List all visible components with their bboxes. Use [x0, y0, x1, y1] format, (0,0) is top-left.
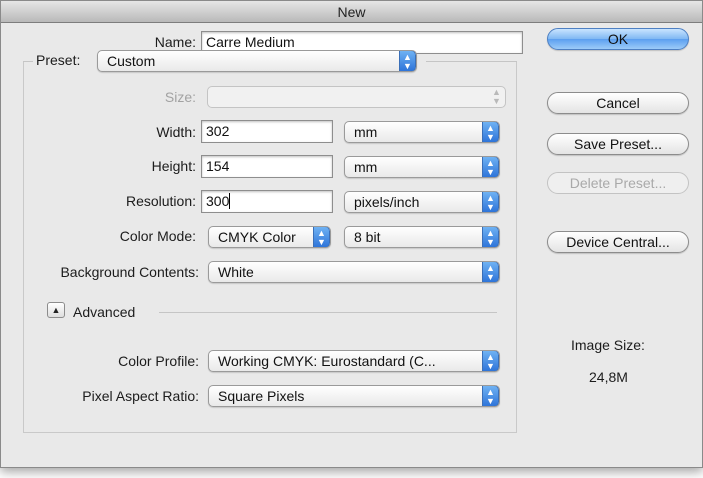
- color-mode-select[interactable]: CMYK Color ▲ ▼: [208, 226, 331, 248]
- height-unit-value: mm: [354, 159, 378, 175]
- dialog-content: Name: Carre Medium Preset: Custom ▲ ▼ Siz…: [1, 23, 702, 467]
- size-select[interactable]: ▲ ▼: [207, 86, 506, 108]
- bit-depth-value: 8 bit: [354, 229, 381, 245]
- resolution-unit-select[interactable]: pixels/inch ▲ ▼: [344, 191, 500, 213]
- up-down-arrows-icon: ▲ ▼: [482, 227, 499, 247]
- up-down-arrows-icon: ▲ ▼: [482, 157, 499, 177]
- height-label: Height:: [151, 158, 196, 174]
- size-label: Size:: [164, 89, 196, 105]
- resolution-unit-value: pixels/inch: [354, 194, 420, 210]
- background-contents-label: Background Contents:: [60, 264, 199, 280]
- width-unit-value: mm: [354, 124, 378, 140]
- up-down-arrows-icon: ▲ ▼: [482, 386, 499, 406]
- height-field[interactable]: 154: [201, 155, 333, 178]
- save-preset-button[interactable]: Save Preset...: [547, 133, 689, 155]
- advanced-divider: [159, 312, 497, 313]
- color-profile-value: Working CMYK: Eurostandard (C...: [218, 353, 436, 369]
- preset-value: Custom: [107, 53, 156, 69]
- image-size-label: Image Size:: [571, 337, 645, 353]
- color-profile-label: Color Profile:: [118, 353, 199, 369]
- preset-select[interactable]: Custom ▲ ▼: [97, 50, 417, 72]
- width-field[interactable]: 302: [201, 120, 333, 143]
- pixel-aspect-ratio-select[interactable]: Square Pixels ▲ ▼: [208, 385, 500, 407]
- device-central-button[interactable]: Device Central...: [547, 231, 689, 253]
- up-down-arrows-icon: ▲ ▼: [482, 192, 499, 212]
- delete-preset-button[interactable]: Delete Preset...: [547, 172, 689, 194]
- preset-group-line-right: [426, 61, 517, 62]
- background-contents-select[interactable]: White ▲ ▼: [208, 261, 500, 283]
- color-profile-select[interactable]: Working CMYK: Eurostandard (C... ▲ ▼: [208, 350, 500, 372]
- width-label: Width:: [156, 124, 196, 140]
- name-label: Name:: [154, 34, 196, 50]
- image-size-value: 24,8M: [589, 369, 628, 385]
- dialog-title: New: [1, 1, 702, 23]
- resolution-field[interactable]: 300: [201, 190, 333, 213]
- background-contents-value: White: [218, 264, 254, 280]
- new-document-dialog: New Name: Carre Medium Preset: Custom ▲ ▼…: [0, 0, 703, 468]
- up-down-arrows-icon: ▲ ▼: [492, 87, 501, 106]
- pixel-aspect-ratio-label: Pixel Aspect Ratio:: [82, 388, 199, 404]
- resolution-label: Resolution:: [125, 193, 196, 209]
- up-down-arrows-icon: ▲ ▼: [482, 122, 499, 142]
- cancel-button[interactable]: Cancel: [547, 92, 689, 114]
- advanced-disclosure-button[interactable]: ▲: [47, 302, 65, 318]
- width-unit-select[interactable]: mm ▲ ▼: [344, 121, 500, 143]
- ok-button[interactable]: OK: [547, 28, 689, 50]
- bit-depth-select[interactable]: 8 bit ▲ ▼: [344, 226, 500, 248]
- up-down-arrows-icon: ▲ ▼: [399, 51, 416, 71]
- up-down-arrows-icon: ▲ ▼: [313, 227, 330, 247]
- up-down-arrows-icon: ▲ ▼: [482, 262, 499, 282]
- up-down-arrows-icon: ▲ ▼: [482, 351, 499, 371]
- color-mode-label: Color Mode:: [119, 228, 196, 244]
- resolution-value: 300: [206, 193, 230, 209]
- color-mode-value: CMYK Color: [218, 229, 296, 245]
- text-caret: [229, 193, 231, 209]
- advanced-label: Advanced: [73, 304, 136, 320]
- height-unit-select[interactable]: mm ▲ ▼: [344, 156, 500, 178]
- preset-group-line-left: [23, 61, 33, 62]
- preset-label: Preset:: [36, 52, 81, 68]
- pixel-aspect-ratio-value: Square Pixels: [218, 388, 305, 404]
- triangle-up-icon: ▲: [51, 305, 61, 315]
